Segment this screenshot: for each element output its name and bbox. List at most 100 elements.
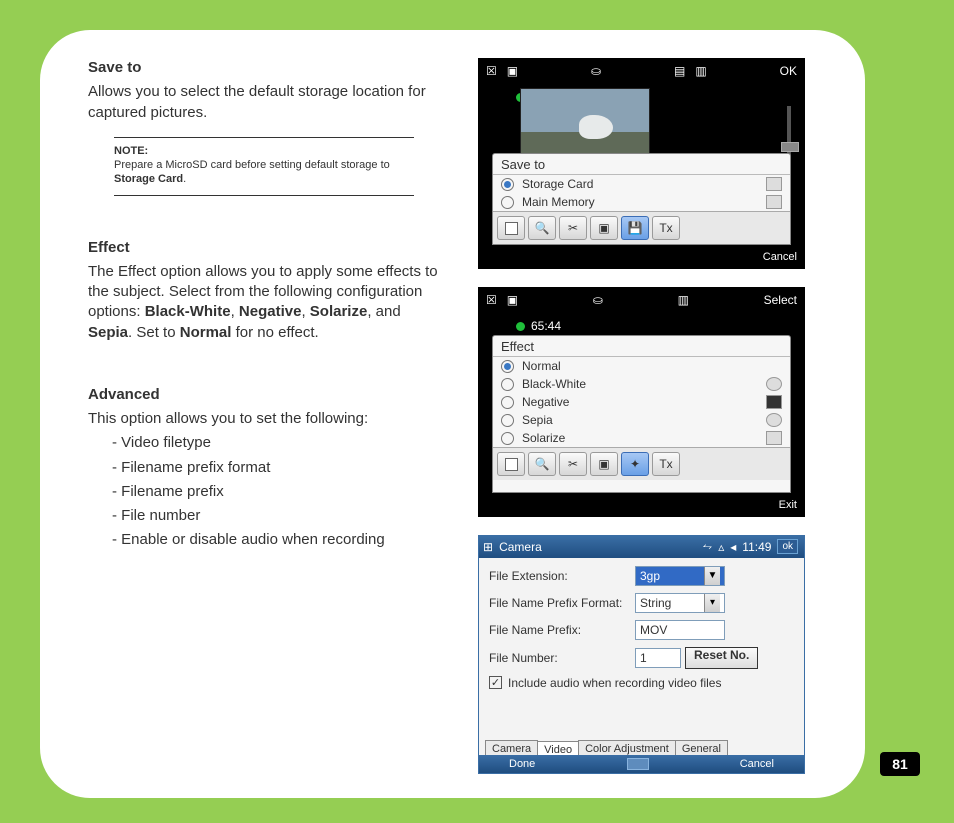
manual-page: Save to Allows you to select the default… <box>40 30 865 798</box>
signal-icon: ▵ <box>718 540 724 554</box>
clock: 11:49 <box>742 540 771 554</box>
list-item: - Enable or disable audio when recording <box>112 530 448 550</box>
text-icon: Tx <box>659 457 672 471</box>
start-icon[interactable]: ⊞ <box>483 540 493 554</box>
label-file-extension: File Extension: <box>489 569 629 583</box>
keyboard-icon[interactable] <box>627 758 649 770</box>
sepia-preview-icon <box>766 413 782 427</box>
chevron-down-icon: ▼ <box>704 567 720 585</box>
magnifier-icon: 🔍 <box>535 457 550 471</box>
file-extension-combo[interactable]: 3gp▼ <box>635 566 725 586</box>
body-advanced: This option allows you to set the follow… <box>88 409 448 429</box>
tab-camera[interactable]: Camera <box>485 740 538 755</box>
crop-icon: ✂ <box>568 221 578 235</box>
tab-general[interactable]: General <box>675 740 728 755</box>
dialog-titlebar: ⊞ Camera ⥊ ▵ ◂ 11:49 ok <box>479 536 804 558</box>
heading-save-to: Save to <box>88 58 448 78</box>
label-prefix: File Name Prefix: <box>489 623 629 637</box>
include-audio-checkbox[interactable]: ✓ <box>489 676 502 689</box>
list-item: - Filename prefix <box>112 482 448 502</box>
bird-icon <box>579 115 613 139</box>
negative-preview-icon <box>766 395 782 409</box>
softkey-cancel[interactable]: Cancel <box>740 758 774 770</box>
zoom-button[interactable]: 🔍 <box>528 216 556 240</box>
picture-icon: ▣ <box>598 221 609 235</box>
file-number-input[interactable]: 1 <box>635 648 681 668</box>
heading-effect: Effect <box>88 238 448 258</box>
dialog-title: Camera <box>499 540 542 554</box>
option-main-memory[interactable]: Main Memory <box>493 193 790 211</box>
radio-icon <box>501 360 514 373</box>
note-body: Prepare a MicroSD card before setting de… <box>114 158 414 187</box>
camera-toolbar: 🔍 ✂ ▣ 💾 Tx <box>493 211 790 244</box>
chevron-down-icon: ▾ <box>704 594 720 612</box>
option-storage-card[interactable]: Storage Card <box>493 175 790 193</box>
option-normal[interactable]: Normal <box>493 357 790 375</box>
screenshot-effect: ☒ ▣ ⛀ ▥ Select 65:44 Effect Normal Black… <box>478 287 805 516</box>
crop-button[interactable]: ✂ <box>559 452 587 476</box>
screenshot-save-to: ☒ ▣ ⛀ ▤ ▥ OK 66:10 Save to <box>478 58 805 269</box>
prefix-format-combo[interactable]: String▾ <box>635 593 725 613</box>
crop-button[interactable]: ✂ <box>559 216 587 240</box>
option-solarize[interactable]: Solarize <box>493 429 790 447</box>
section-advanced: Advanced This option allows you to set t… <box>88 385 448 551</box>
radio-icon <box>501 378 514 391</box>
camera-topbar: ☒ ▣ ⛀ ▤ ▥ OK <box>478 58 805 84</box>
option-sepia[interactable]: Sepia <box>493 411 790 429</box>
effect-button[interactable]: ✦ <box>621 452 649 476</box>
dialog-body: File Extension: 3gp▼ File Name Prefix Fo… <box>479 558 804 733</box>
crop-icon: ✂ <box>568 457 578 471</box>
zoom-button[interactable]: 🔍 <box>528 452 556 476</box>
radio-icon <box>501 178 514 191</box>
save-to-popup: Save to Storage Card Main Memory <box>492 153 791 245</box>
dialog-tabs: Camera Video Color Adjustment General <box>485 740 727 755</box>
page-number-badge: 81 <box>880 752 920 776</box>
dialog-menubar: Done Cancel <box>479 755 804 773</box>
camera-icon: ▣ <box>507 293 518 307</box>
gallery-button[interactable] <box>497 216 525 240</box>
list-item: - Video filetype <box>112 433 448 453</box>
close-icon[interactable]: ☒ <box>486 64 497 78</box>
text-button[interactable]: Tx <box>652 216 680 240</box>
storage-icon: ⛀ <box>591 64 601 78</box>
camera-icon: ▣ <box>507 64 518 78</box>
connectivity-icon: ⥊ <box>703 539 713 554</box>
label-prefix-format: File Name Prefix Format: <box>489 596 629 610</box>
softkey-exit[interactable]: Exit <box>779 499 797 511</box>
softkey-done[interactable]: Done <box>509 758 535 770</box>
burst-icon: ▥ <box>678 293 689 307</box>
body-effect: The Effect option allows you to apply so… <box>88 262 448 343</box>
popup-title: Effect <box>493 336 790 357</box>
camera-topbar: ☒ ▣ ⛀ ▥ Select <box>478 287 805 313</box>
tab-color-adjustment[interactable]: Color Adjustment <box>578 740 676 755</box>
sdcard-icon <box>766 177 782 191</box>
effect-popup: Effect Normal Black-White Negative Sepia… <box>492 335 791 492</box>
camera-toolbar: 🔍 ✂ ▣ ✦ Tx <box>493 447 790 480</box>
softkey-select[interactable]: Select <box>764 293 797 307</box>
wand-icon: ✦ <box>630 457 640 471</box>
radio-icon <box>501 196 514 209</box>
softkey-ok[interactable]: OK <box>780 64 797 78</box>
body-save-to: Allows you to select the default storage… <box>88 82 448 123</box>
gallery-icon <box>505 222 518 235</box>
text-button[interactable]: Tx <box>652 452 680 476</box>
picture-button[interactable]: ▣ <box>590 452 618 476</box>
section-save-to: Save to Allows you to select the default… <box>88 58 448 196</box>
option-negative[interactable]: Negative <box>493 393 790 411</box>
label-file-number: File Number: <box>489 651 629 665</box>
gallery-button[interactable] <box>497 452 525 476</box>
prefix-input[interactable]: MOV <box>635 620 725 640</box>
close-icon[interactable]: ☒ <box>486 293 497 307</box>
magnifier-icon: 🔍 <box>535 221 550 235</box>
softkey-cancel[interactable]: Cancel <box>763 251 797 263</box>
radio-icon <box>501 432 514 445</box>
ok-button[interactable]: ok <box>777 539 798 554</box>
option-black-white[interactable]: Black-White <box>493 375 790 393</box>
solarize-preview-icon <box>766 431 782 445</box>
radio-icon <box>501 414 514 427</box>
burst-icon: ▥ <box>695 64 706 78</box>
reset-number-button[interactable]: Reset No. <box>685 647 758 669</box>
save-to-button[interactable]: 💾 <box>621 216 649 240</box>
picture-button[interactable]: ▣ <box>590 216 618 240</box>
tab-video[interactable]: Video <box>537 741 579 756</box>
